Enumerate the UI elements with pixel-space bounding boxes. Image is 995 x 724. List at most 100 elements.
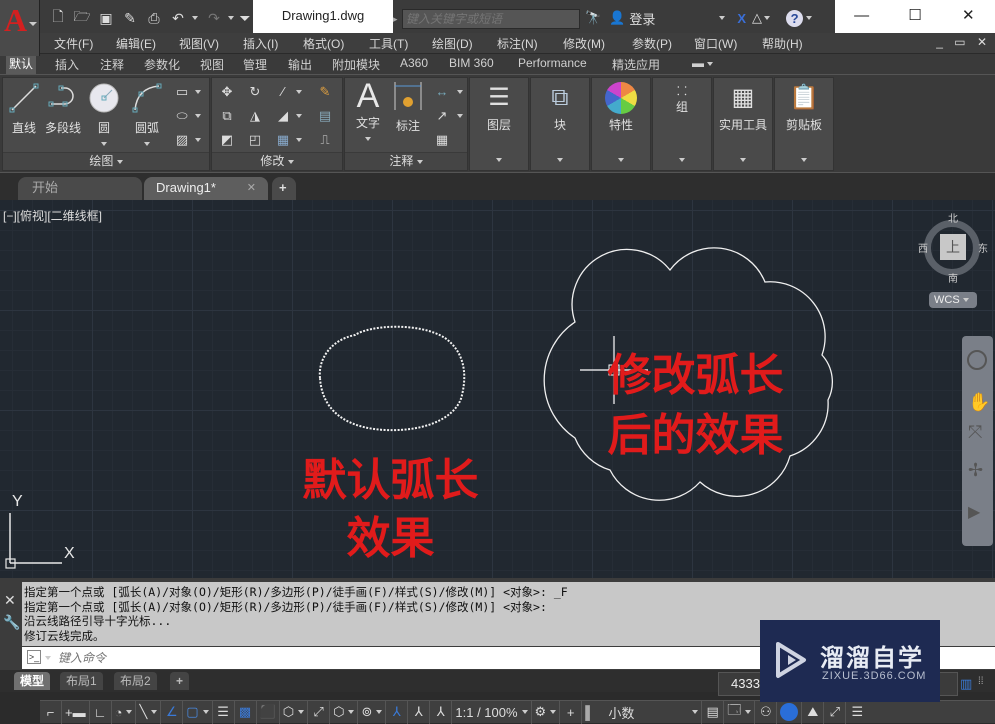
circle-dropdown-icon[interactable]: [101, 141, 107, 146]
file-tab-start[interactable]: 开始: [18, 177, 142, 201]
application-menu-button[interactable]: A: [0, 0, 40, 56]
isodraft-icon[interactable]: ⬡: [330, 700, 359, 724]
tab-featured-apps[interactable]: 精选应用: [612, 56, 660, 73]
hatch-dropdown-icon[interactable]: [195, 138, 201, 142]
osnap-tracking-icon[interactable]: ╲: [136, 700, 162, 724]
tab-performance[interactable]: Performance: [518, 56, 587, 70]
move-icon[interactable]: ✥: [218, 84, 236, 100]
fillet-icon[interactable]: ◢: [274, 108, 292, 124]
copy-icon[interactable]: ⧉: [218, 108, 236, 124]
ribbon-minimize-icon[interactable]: ▬: [692, 56, 714, 70]
search-expand-icon[interactable]: ▸: [393, 9, 401, 29]
zoom-extents-icon[interactable]: ⤧: [968, 422, 982, 443]
trim-dropdown-icon[interactable]: [296, 90, 302, 94]
annotation-panel-title[interactable]: 注释: [345, 152, 467, 170]
isolate-objects-icon[interactable]: ⚇: [755, 700, 778, 724]
table-icon[interactable]: ▦: [433, 132, 451, 148]
save-as-icon[interactable]: ✎: [120, 9, 140, 27]
hardware-acceleration-icon[interactable]: [777, 700, 803, 724]
leader-icon[interactable]: ↗: [433, 108, 451, 124]
menu-view[interactable]: 视图(V): [179, 35, 219, 52]
clean-screen-icon[interactable]: ⤢: [824, 700, 847, 724]
tab-manage[interactable]: 管理: [243, 56, 267, 73]
a360-dropdown-icon[interactable]: [764, 16, 771, 20]
array-dropdown-icon[interactable]: [296, 138, 302, 142]
menu-insert[interactable]: 插入(I): [243, 35, 278, 52]
lock-ui-icon[interactable]: 🗔: [724, 700, 756, 724]
tab-a360[interactable]: A360: [400, 56, 428, 70]
wcs-menu[interactable]: WCS: [929, 292, 977, 308]
new-tab-button[interactable]: +: [272, 177, 296, 201]
showmotion-icon[interactable]: ▶: [968, 502, 980, 522]
close-tab-icon[interactable]: ✕: [247, 177, 256, 199]
infer-constraints-icon[interactable]: +▬: [62, 700, 90, 724]
layers-panel[interactable]: ☰ 图层: [469, 77, 529, 171]
array-icon[interactable]: ▦: [274, 132, 292, 148]
viewcube[interactable]: 上 北 南 东 西: [918, 214, 988, 285]
linear-dimension-dropdown-icon[interactable]: [457, 90, 463, 94]
maximize-button[interactable]: ☐: [888, 0, 941, 34]
gizmo-icon[interactable]: ⊚: [358, 700, 387, 724]
close-command-line-icon[interactable]: ✕: [4, 592, 16, 609]
grid-display-icon[interactable]: ▥: [960, 676, 972, 692]
draw-panel-title[interactable]: 绘图: [3, 152, 209, 170]
stretch-icon[interactable]: ◩: [218, 132, 236, 148]
text-button[interactable]: A 文字: [351, 79, 385, 145]
help-icon[interactable]: ?: [786, 9, 804, 27]
layout-tab-model[interactable]: 模型: [14, 672, 51, 690]
sign-in-dropdown-icon[interactable]: [719, 16, 726, 20]
offset-icon[interactable]: ⎍: [316, 132, 334, 148]
menu-draw[interactable]: 绘图(D): [432, 35, 473, 52]
tab-default[interactable]: 默认: [6, 54, 37, 74]
redo-dropdown-icon[interactable]: [228, 16, 234, 20]
mdi-window-controls[interactable]: _ ▭ ✕: [936, 35, 991, 49]
compass-west[interactable]: 西: [918, 240, 928, 255]
units-dropdown[interactable]: ▌ 小数: [582, 700, 703, 724]
line-button[interactable]: 直线: [7, 82, 41, 136]
rotate-icon[interactable]: ↻: [246, 84, 264, 100]
customization-menu-icon[interactable]: ☰: [846, 701, 868, 724]
scale-icon[interactable]: ◰: [246, 132, 264, 148]
close-button[interactable]: ✕: [942, 0, 995, 34]
new-icon[interactable]: 🗋: [48, 8, 68, 27]
menu-edit[interactable]: 编辑(E): [116, 35, 156, 52]
arc-dropdown-icon[interactable]: [144, 141, 150, 146]
transparency-icon[interactable]: ▩: [235, 700, 257, 724]
new-layout-button[interactable]: +: [170, 672, 190, 690]
undo-dropdown-icon[interactable]: [192, 16, 198, 20]
polar-tracking-icon[interactable]: ◔: [112, 700, 137, 724]
mirror-icon[interactable]: ◮: [246, 108, 264, 124]
open-icon[interactable]: 🗁: [72, 8, 92, 27]
modify-panel-title[interactable]: 修改: [212, 152, 342, 170]
layout-tab-layout1[interactable]: 布局1: [60, 672, 103, 690]
menu-tools[interactable]: 工具(T): [369, 35, 408, 52]
clipboard-panel[interactable]: 📋 剪贴板: [774, 77, 834, 171]
linear-dimension-icon[interactable]: ↔: [433, 84, 451, 100]
auto-scale-icon[interactable]: ⅄: [408, 700, 431, 724]
tab-view[interactable]: 视图: [200, 56, 224, 73]
pan-icon[interactable]: ✋: [968, 392, 990, 413]
layout-tab-layout2[interactable]: 布局2: [114, 672, 157, 690]
circle-button[interactable]: 圆: [87, 82, 121, 150]
object-snap-icon[interactable]: ▢: [183, 700, 213, 724]
utilities-panel[interactable]: ▦ 实用工具: [713, 77, 773, 171]
selection-cycling-icon[interactable]: ⬛: [257, 700, 280, 724]
undo-icon[interactable]: ↶: [168, 9, 188, 27]
menu-help[interactable]: 帮助(H): [762, 35, 803, 52]
customize-wrench-icon[interactable]: 🔧: [3, 614, 20, 631]
hatch-icon[interactable]: ▨: [173, 132, 191, 148]
steering-wheel-icon[interactable]: [967, 350, 987, 370]
dimension-button[interactable]: 标注: [391, 80, 425, 134]
leader-dropdown-icon[interactable]: [457, 114, 463, 118]
a360-icon[interactable]: △: [752, 10, 762, 26]
tab-parametric[interactable]: 参数化: [144, 56, 180, 73]
block-panel[interactable]: ⧉ 块: [530, 77, 590, 171]
menu-file[interactable]: 文件(F): [54, 35, 93, 52]
quick-properties-icon[interactable]: ▤: [702, 700, 725, 724]
dynamic-ucs-icon[interactable]: ∠: [161, 700, 184, 724]
annotation-scale-dropdown[interactable]: 1:1 / 100%: [452, 700, 532, 724]
print-icon[interactable]: ⎙: [144, 9, 164, 27]
explode-icon[interactable]: ▤: [316, 108, 334, 124]
text-dropdown-icon[interactable]: [365, 136, 371, 141]
3d-osnap-icon[interactable]: ⬡: [280, 700, 309, 724]
